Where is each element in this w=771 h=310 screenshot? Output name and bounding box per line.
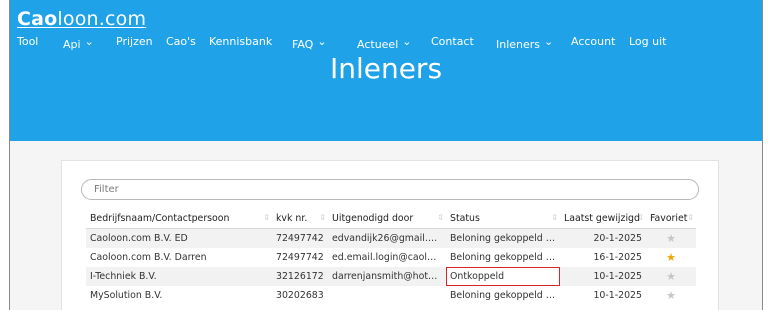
nav-item-actueel[interactable]: Actueel ⌄ [357,35,411,51]
status-cell: Beloning gekoppeld (11) [446,228,560,248]
column-header[interactable]: Status ⇳ [446,208,560,229]
invited-by-cell: darrenjansmith@hotm... [328,267,446,286]
nav-item-label: Prijzen [116,35,153,48]
company-name-cell: Caoloon.com B.V. Darren [90,252,207,263]
column-header-label: Uitgenodigd door [332,212,414,224]
inleners-card: Bedrijfsnaam/Contactpersoon⇳kvk nr.⇳Uitg… [61,160,719,310]
nav-item-account[interactable]: Account [571,35,615,48]
modified-date-cell: 20-1-2025 [560,228,646,248]
company-name-cell: MySolution B.V. [90,290,163,301]
modified-date-cell: 10-1-2025 [560,267,646,286]
sort-arrows-icon[interactable]: ⇳ [437,213,444,222]
sort-arrows-icon[interactable]: ⇳ [319,213,326,222]
nav-item-label: Cao's [166,35,196,48]
invited-by-cell: ed.email.login@caoloon... [332,252,446,263]
column-header[interactable]: Favoriet ⇳ [646,208,696,229]
nav-item-label: Tool [17,35,39,48]
star-icon[interactable]: ★ [646,286,696,305]
column-header-label: Bedrijfsnaam/Contactpersoon [90,212,230,224]
status-cell: Beloning gekoppeld (1) [450,290,559,301]
table-row[interactable]: Caoloon.com B.V. Darren 72497742 ed.email.… [86,248,696,267]
modified-date-cell: 10-1-2025 [593,290,642,301]
column-header-label: Laatst gewijzigd [564,212,640,224]
star-icon[interactable]: ★ [646,248,696,267]
invited-by-cell: edvandijk26@gmail.com [328,228,446,248]
nav-item-label: Actueel [357,38,399,51]
nav-item-label: Kennisbank [209,35,273,48]
table-row[interactable]: I-Techniek B.V. 32126172 darrenjansmith@ho… [86,267,696,286]
chevron-down-icon: ⌄ [84,35,94,48]
inleners-table: Bedrijfsnaam/Contactpersoon ⇳ kvk nr. ⇳ Uitg… [86,208,696,305]
table-row[interactable]: MySolution B.V. 30202683 Beloning gekoppel… [86,286,696,305]
sort-arrows-icon[interactable]: ⇳ [637,213,644,222]
nav-item-kennisbank[interactable]: Kennisbank [209,35,272,48]
nav-item-tool[interactable]: Tool [17,35,38,48]
nav-item-log-uit[interactable]: Log uit [629,35,667,48]
nav-item-faq[interactable]: FAQ ⌄ [292,35,327,51]
chevron-down-icon: ⌄ [544,35,554,48]
nav-item-label: Inleners [496,38,541,51]
kvk-cell: 30202683 [276,290,324,301]
nav-item-cao-s[interactable]: Cao's [166,35,196,48]
nav-item-inleners[interactable]: Inleners ⌄ [496,35,553,51]
chevron-down-icon: ⌄ [317,35,327,48]
company-name-cell: Caoloon.com B.V. ED [86,228,272,248]
column-header[interactable]: Uitgenodigd door ⇳ [328,208,446,229]
status-cell: Beloning gekoppeld (9) [450,252,559,263]
kvk-cell: 72497742 [276,252,324,263]
table-row[interactable]: Caoloon.com B.V. ED 72497742 edvandijk26@g… [86,228,696,248]
company-name-cell: I-Techniek B.V. [86,267,272,286]
modified-date-cell: 16-1-2025 [593,252,642,263]
nav-item-label: FAQ [292,38,314,51]
filter-input[interactable] [81,179,699,200]
sort-arrows-icon[interactable]: ⇳ [263,213,270,222]
nav-item-contact[interactable]: Contact [431,35,474,48]
kvk-cell: 32126172 [272,267,328,286]
sort-arrows-icon[interactable]: ⇳ [687,213,694,222]
invited-by-cell [328,286,446,305]
table-header-row: Bedrijfsnaam/Contactpersoon ⇳ kvk nr. ⇳ Uitg… [86,208,696,229]
sort-arrows-icon[interactable]: ⇳ [551,213,558,222]
kvk-cell: 72497742 [272,228,328,248]
column-header[interactable]: Bedrijfsnaam/Contactpersoon ⇳ [86,208,272,229]
star-icon[interactable]: ★ [646,267,696,286]
page-title: Inleners [329,52,443,85]
nav-item-prijzen[interactable]: Prijzen [116,35,153,48]
column-header-label: Status [450,212,480,224]
table-body: Caoloon.com B.V. ED 72497742 edvandijk26@g… [86,228,696,306]
column-header-label: Favoriet [650,212,688,224]
chevron-down-icon: ⌄ [402,35,412,48]
nav-item-label: Api [63,38,81,51]
site-logo[interactable]: Caoloon.com [17,8,146,30]
browser-viewport: Caoloon.com Tool Api ⌄ Prijzen Cao's Kennisba… [9,0,763,310]
nav-item-label: Contact [431,35,474,48]
nav-item-api[interactable]: Api ⌄ [63,35,94,51]
column-header[interactable]: Laatst gewijzigd ⇳ [560,208,646,229]
hero-banner: Caoloon.com Tool Api ⌄ Prijzen Cao's Kennisba… [10,0,762,141]
nav-item-label: Log uit [629,35,667,48]
star-icon[interactable]: ★ [646,228,696,248]
nav-item-label: Account [571,35,616,48]
column-header-label: kvk nr. [276,212,308,224]
column-header[interactable]: kvk nr. ⇳ [272,208,328,229]
status-cell: Ontkoppeld [446,267,560,286]
